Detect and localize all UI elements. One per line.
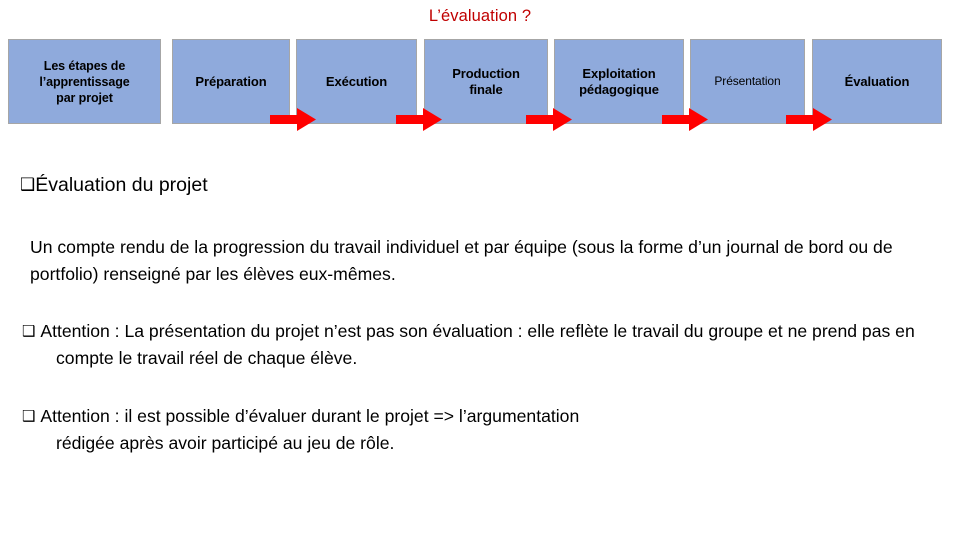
stage-box-2[interactable]: Préparation [172, 39, 290, 124]
paragraph-2-text: Attention : La présentation du projet n’… [40, 321, 915, 368]
paragraph-2-body: ❑ Attention : La présentation du projet … [22, 318, 952, 372]
paragraph-3: ❑ Attention : il est possible d’évaluer … [22, 403, 947, 457]
stage-box-4[interactable]: Production finale [424, 39, 548, 124]
stage-label-7: Évaluation [844, 73, 910, 89]
stage-box-5[interactable]: Exploitation pédagogique [554, 39, 684, 124]
paragraph-1: Un compte rendu de la progression du tra… [30, 234, 955, 288]
section-heading-text: Évaluation du projet [35, 174, 208, 196]
bullet-square-icon-2: ❑ [22, 322, 36, 340]
stage-box-3[interactable]: Exécution [296, 39, 417, 124]
stage-box-7[interactable]: Évaluation [812, 39, 942, 124]
stage-label-2: Préparation [195, 73, 267, 89]
bullet-square-icon-3: ❑ [22, 407, 36, 425]
paragraph-1-text: Un compte rendu de la progression du tra… [30, 237, 893, 284]
stage-label-4: Production finale [452, 66, 520, 97]
stage-label-5: Exploitation pédagogique [579, 66, 659, 97]
paragraph-3-line-1: ❑ Attention : il est possible d’évaluer … [22, 403, 947, 430]
paragraph-2: ❑ Attention : La présentation du projet … [22, 318, 952, 372]
stage-box-1[interactable]: Les étapes de l’apprentissage par projet [8, 39, 161, 124]
stage-box-6[interactable]: Présentation [690, 39, 805, 124]
stage-label-6: Présentation [714, 73, 781, 88]
slide-canvas: L’évaluation ? Les étapes de l’apprentiss… [0, 0, 960, 540]
stage-label-3: Exécution [325, 73, 388, 89]
section-heading: ❑Évaluation du projet [20, 172, 208, 198]
paragraph-3-text-1: Attention : il est possible d’évaluer du… [40, 406, 580, 426]
process-chain: Les étapes de l’apprentissage par projet P… [0, 0, 960, 140]
bullet-square-icon: ❑ [20, 175, 36, 195]
stage-label-1: Les étapes de l’apprentissage par projet [39, 58, 130, 105]
paragraph-3-line-2: rédigée après avoir participé au jeu de … [56, 433, 395, 453]
